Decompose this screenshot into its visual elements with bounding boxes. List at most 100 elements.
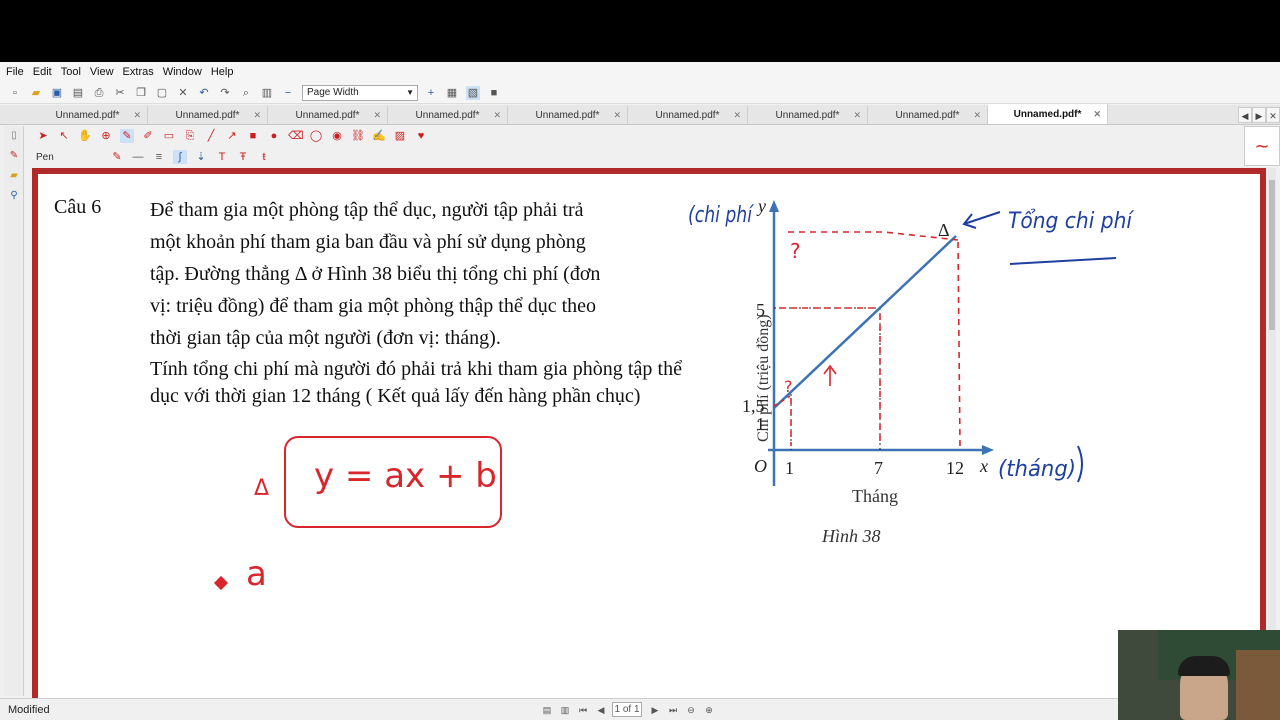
bookmarks-panel-icon[interactable]: ▰ xyxy=(4,166,24,186)
zoom-in-icon[interactable]: + xyxy=(424,86,438,100)
tab-document-active[interactable]: Unnamed.pdf* ✕ xyxy=(988,104,1108,124)
arrow-tool-icon[interactable]: ↗ xyxy=(225,129,239,143)
close-icon[interactable]: ✕ xyxy=(493,110,501,121)
tab-document-8[interactable]: Unnamed.pdf* ✕ xyxy=(868,106,988,124)
tab-scroll-right-icon[interactable]: ▶ xyxy=(1252,107,1266,123)
pen-color-icon[interactable]: ✎ xyxy=(110,150,124,164)
undo-icon[interactable]: ↶ xyxy=(197,86,211,100)
fit-page-icon[interactable]: ▦ xyxy=(445,86,459,100)
tab-document-1[interactable]: Unnamed.pdf* ✕ xyxy=(28,106,148,124)
line-delta xyxy=(773,235,957,409)
scrollbar-thumb[interactable] xyxy=(1269,180,1275,330)
image-tool-icon[interactable]: ▨ xyxy=(393,129,407,143)
menu-file[interactable]: File xyxy=(6,66,24,78)
line-tool-icon[interactable]: ╱ xyxy=(204,129,218,143)
close-doc-icon[interactable]: ✕ xyxy=(176,86,190,100)
paste-icon[interactable]: ▢ xyxy=(155,86,169,100)
menu-window[interactable]: Window xyxy=(163,66,202,78)
zoom-mode-select[interactable]: Page Width ▼ xyxy=(302,84,418,101)
blue-underline xyxy=(1009,257,1117,265)
tab-scroll-left-icon[interactable]: ◀ xyxy=(1238,107,1252,123)
blue-arrow-to-delta xyxy=(962,211,1001,229)
vertical-scrollbar[interactable] xyxy=(1268,168,1276,698)
new-file-icon[interactable]: ▫ xyxy=(8,86,22,100)
tab-document-6[interactable]: Unnamed.pdf* ✕ xyxy=(628,106,748,124)
pen-preview-icon[interactable]: ∼ xyxy=(1244,126,1280,166)
tab-document-2[interactable]: Unnamed.pdf* ✕ xyxy=(148,106,268,124)
text-insert-icon[interactable]: T xyxy=(215,150,229,164)
close-icon[interactable]: ✕ xyxy=(613,110,621,121)
favorite-icon[interactable]: ♥ xyxy=(414,129,428,143)
text-below-icon[interactable]: Ŧ xyxy=(236,150,250,164)
fullscreen-icon[interactable]: ■ xyxy=(487,86,501,100)
close-icon[interactable]: ✕ xyxy=(133,110,141,121)
highlighter-icon[interactable]: ✐ xyxy=(141,129,155,143)
view-continuous-icon[interactable]: ▥ xyxy=(558,703,572,717)
first-page-icon[interactable]: ⏮ xyxy=(576,703,590,717)
text-strike-icon[interactable]: ŧ xyxy=(257,150,271,164)
open-folder-icon[interactable]: ▰ xyxy=(29,86,43,100)
menu-edit[interactable]: Edit xyxy=(33,66,52,78)
tab-document-3[interactable]: Unnamed.pdf* ✕ xyxy=(268,106,388,124)
red-dash-x12 xyxy=(957,241,961,447)
annotations-panel-icon[interactable]: ✎ xyxy=(4,146,24,166)
back-icon[interactable]: ⊖ xyxy=(684,703,698,717)
y-axis-arrow xyxy=(769,200,779,212)
select-arrow-icon[interactable]: ➤ xyxy=(36,129,50,143)
question-line: vị: triệu đồng) để tham gia một phòng th… xyxy=(150,295,597,317)
eraser-icon[interactable]: ⌫ xyxy=(288,129,304,143)
menu-tool[interactable]: Tool xyxy=(61,66,81,78)
line-width-icon[interactable]: ≡ xyxy=(152,150,166,164)
ellipse-tool-icon[interactable]: ● xyxy=(267,129,281,143)
page-indicator[interactable]: 1 of 1 xyxy=(612,702,642,717)
close-icon[interactable]: ✕ xyxy=(253,110,261,121)
tab-document-4[interactable]: Unnamed.pdf* ✕ xyxy=(388,106,508,124)
zoom-tool-icon[interactable]: ⊕ xyxy=(99,129,113,143)
close-icon[interactable]: ✕ xyxy=(1093,109,1101,120)
copy-icon[interactable]: ❐ xyxy=(134,86,148,100)
menu-extras[interactable]: Extras xyxy=(123,66,154,78)
print-icon[interactable]: ⎙ xyxy=(92,86,106,100)
stamp-icon[interactable]: ⎘ xyxy=(183,129,197,143)
tab-close-icon[interactable]: ✕ xyxy=(1266,107,1280,123)
forward-icon[interactable]: ⊕ xyxy=(702,703,716,717)
rectangle-tool-icon[interactable]: ■ xyxy=(246,129,260,143)
last-page-icon[interactable]: ⏭ xyxy=(666,703,680,717)
select-text-icon[interactable]: ↖ xyxy=(57,129,71,143)
fit-width-icon[interactable]: ▧ xyxy=(466,85,480,100)
save-as-icon[interactable]: ▤ xyxy=(71,86,85,100)
link-tool-icon[interactable]: ⛓ xyxy=(351,129,365,143)
menu-help[interactable]: Help xyxy=(211,66,234,78)
blue-total-cost: Tổng chi phí xyxy=(1008,209,1135,234)
save-icon[interactable]: ▣ xyxy=(50,86,64,100)
pen-tool-icon[interactable]: ✎ xyxy=(120,129,134,143)
blue-cost-note: (chi phí xyxy=(688,203,754,228)
lasso-icon[interactable]: ◯ xyxy=(309,129,323,143)
camera-icon[interactable]: ◉ xyxy=(330,129,344,143)
zoom-out-icon[interactable]: − xyxy=(281,86,295,100)
page-layout-icon[interactable]: ▥ xyxy=(260,86,274,100)
tab-document-5[interactable]: Unnamed.pdf* ✕ xyxy=(508,106,628,124)
close-icon[interactable]: ✕ xyxy=(973,110,981,121)
next-page-icon[interactable]: ▶ xyxy=(648,703,662,717)
smooth-stroke-icon[interactable]: ∫ xyxy=(173,150,187,164)
close-icon[interactable]: ✕ xyxy=(373,110,381,121)
tab-document-7[interactable]: Unnamed.pdf* ✕ xyxy=(748,106,868,124)
text-box-icon[interactable]: ▭ xyxy=(162,129,176,143)
hand-icon[interactable]: ✋ xyxy=(78,129,92,143)
signature-icon[interactable]: ✍ xyxy=(372,129,386,143)
line-style-icon[interactable]: — xyxy=(131,150,145,164)
a-note: a xyxy=(246,554,267,594)
stroke-option-icon[interactable]: ⇣ xyxy=(194,150,208,164)
previous-page-icon[interactable]: ◀ xyxy=(594,703,608,717)
find-icon[interactable]: ⌕ xyxy=(239,86,253,100)
links-panel-icon[interactable]: ⚲ xyxy=(4,186,24,206)
blue-month-note: (tháng) xyxy=(998,457,1076,482)
close-icon[interactable]: ✕ xyxy=(853,110,861,121)
view-mode-icon[interactable]: ▤ xyxy=(540,703,554,717)
redo-icon[interactable]: ↷ xyxy=(218,86,232,100)
menu-view[interactable]: View xyxy=(90,66,114,78)
pages-panel-icon[interactable]: ▯ xyxy=(4,126,24,146)
cut-icon[interactable]: ✂ xyxy=(113,86,127,100)
close-icon[interactable]: ✕ xyxy=(733,110,741,121)
